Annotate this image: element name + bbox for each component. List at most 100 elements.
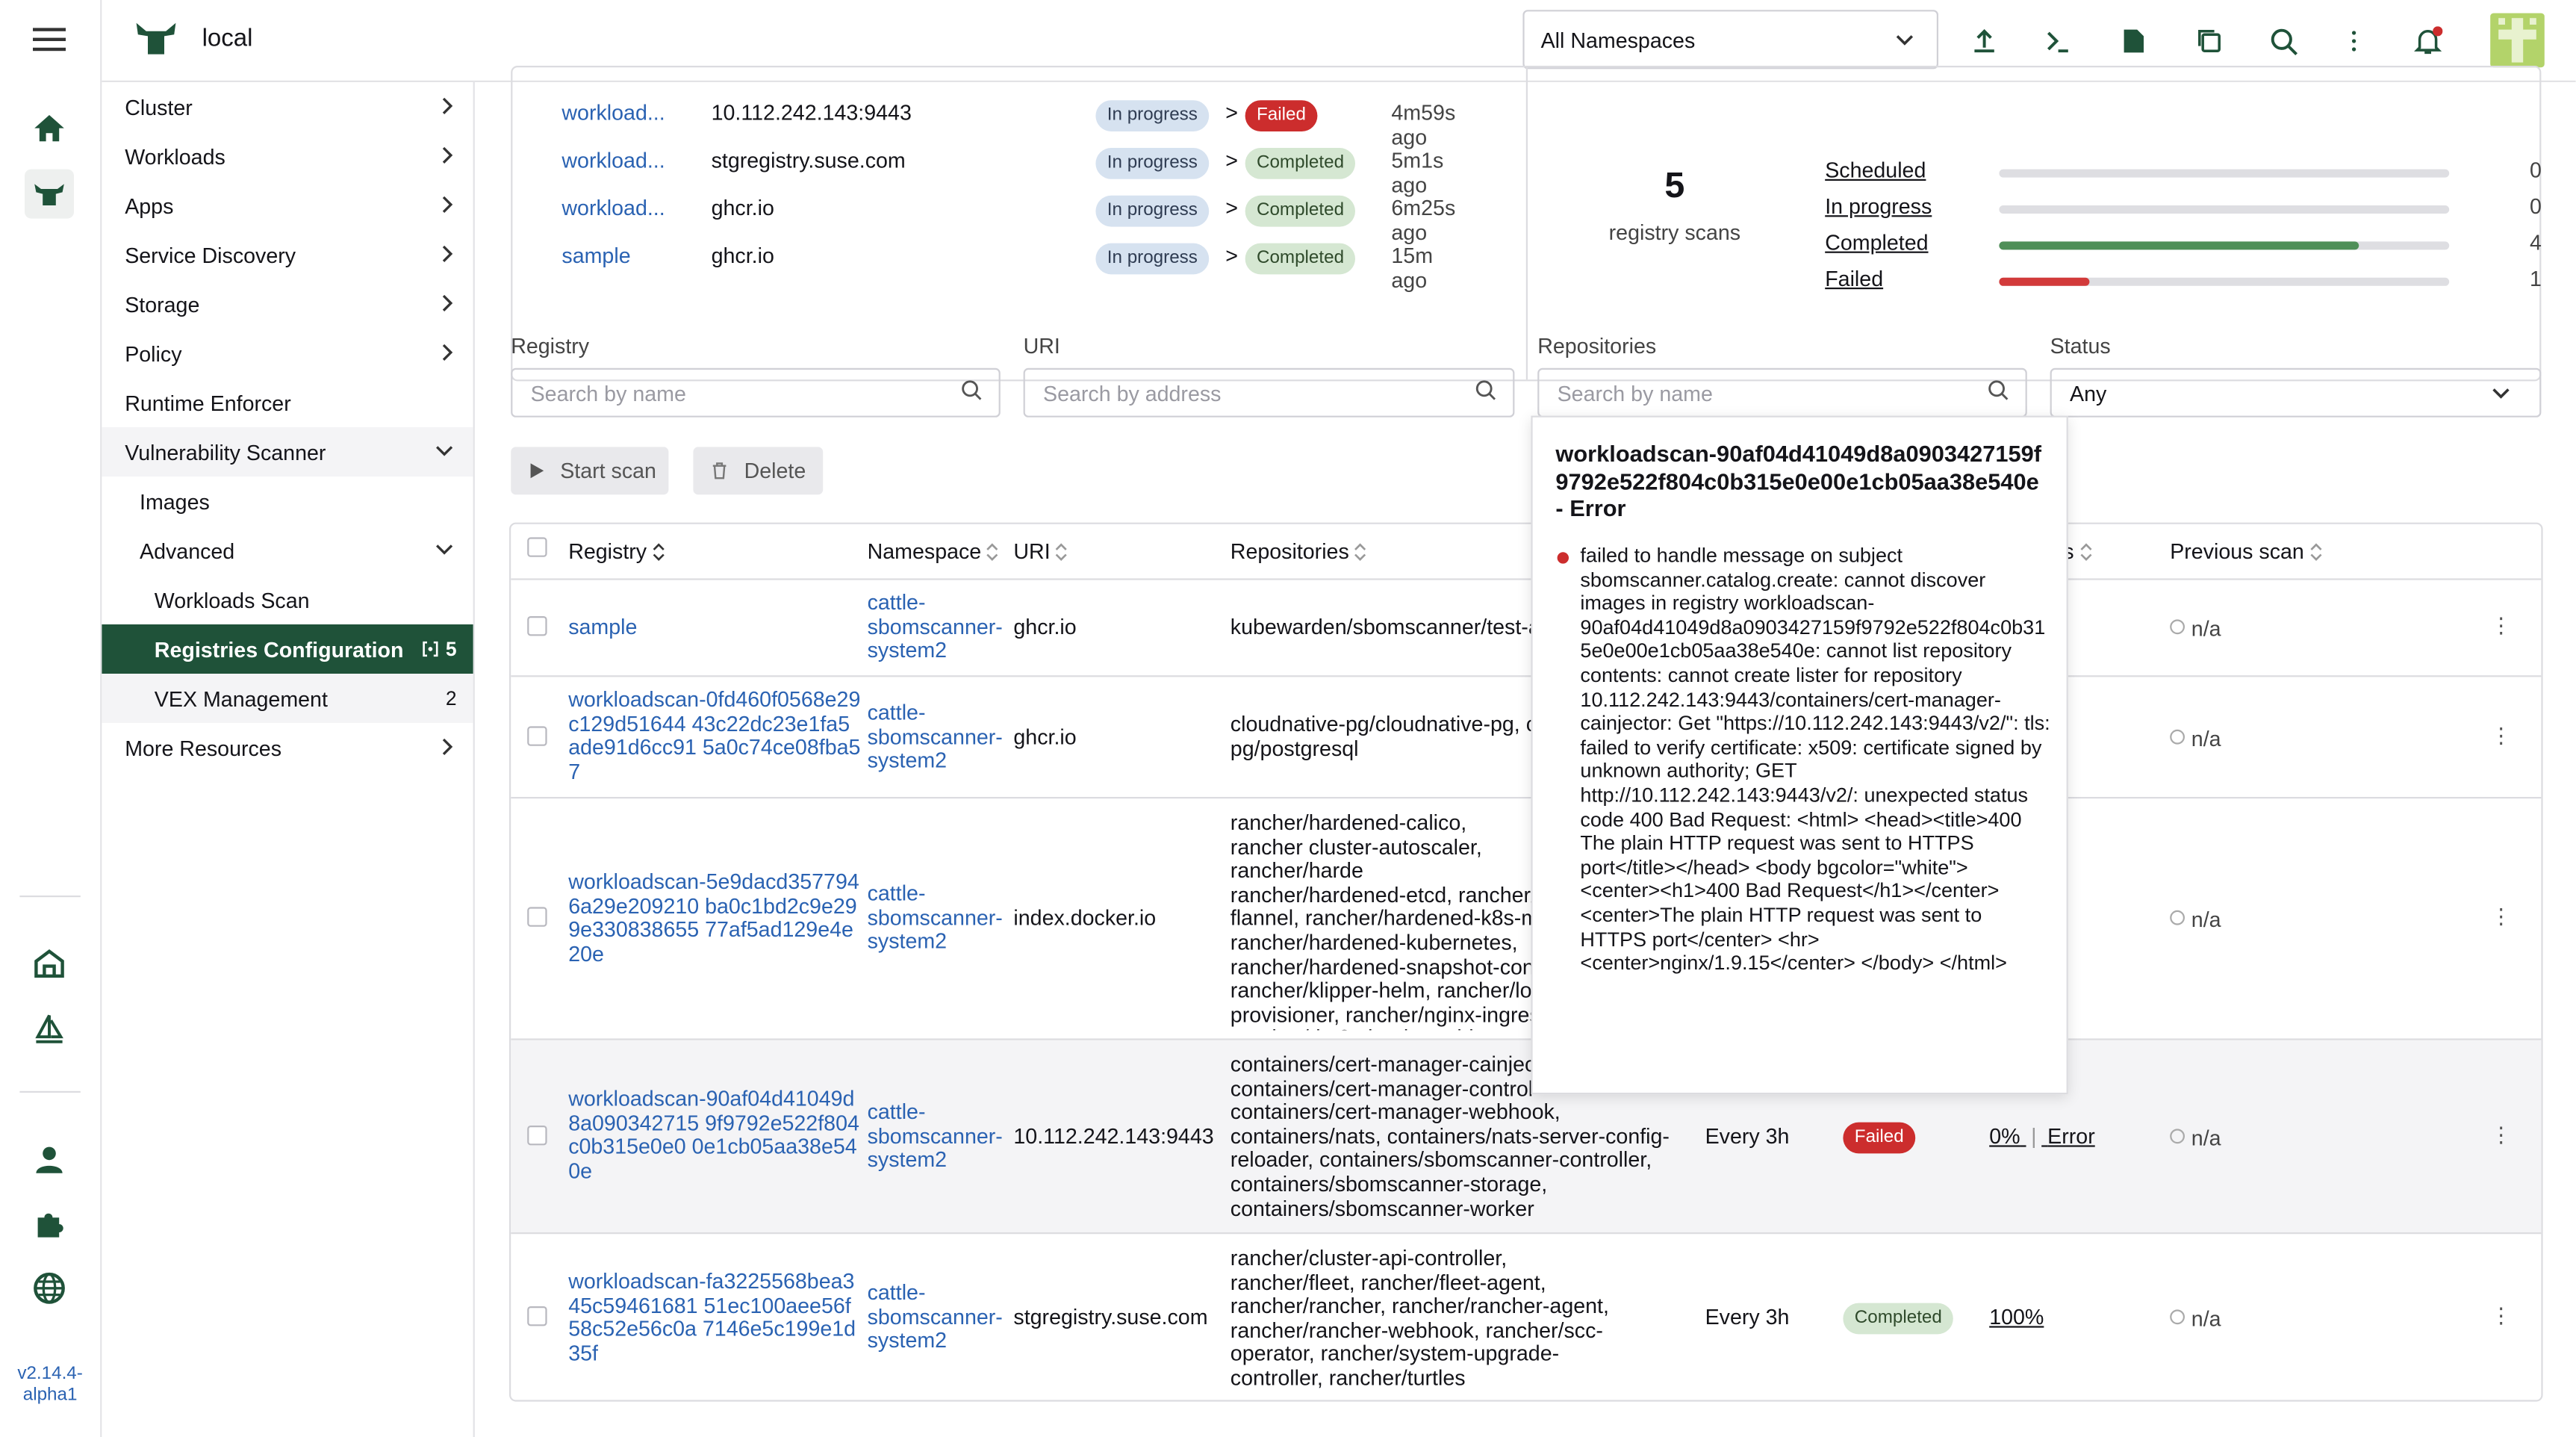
search-icon (962, 380, 982, 400)
import-yaml-icon[interactable] (1960, 16, 2009, 66)
delete-label: Delete (744, 458, 806, 483)
nav-count-value: 5 (445, 637, 457, 661)
registry-link[interactable]: workloadscan-0fd460f0568e29c129d51644 43… (568, 687, 861, 784)
row-checkbox[interactable] (527, 616, 547, 636)
nav-count: 5 (423, 637, 457, 661)
stat-completed-link[interactable]: Completed (1825, 230, 1928, 255)
nav-item-cluster[interactable]: Cluster (102, 82, 473, 131)
nav-label: Workloads Scan (154, 587, 310, 612)
kubectl-shell-icon[interactable] (2034, 16, 2083, 66)
stat-scheduled-link[interactable]: Scheduled (1825, 158, 1926, 182)
namespace-link[interactable]: cattle-sbomscanner-system2 (868, 1280, 1003, 1353)
nav-item-storage[interactable]: Storage (102, 279, 473, 329)
nav-item-workloads-scan[interactable]: Workloads Scan (102, 575, 473, 624)
sort-icon (1354, 543, 1366, 561)
recent-scan-name-link[interactable]: workload... (561, 196, 665, 221)
start-scan-button[interactable]: Start scan (511, 447, 669, 495)
nav-item-more-resources[interactable]: More Resources (102, 723, 473, 772)
column-header-registry[interactable]: Registry (568, 539, 665, 564)
sort-icon (1056, 543, 1068, 561)
namespace-link[interactable]: cattle-sbomscanner-system2 (868, 701, 1003, 773)
progress-link[interactable]: 0% (1989, 1124, 2020, 1149)
recent-scan-name-link[interactable]: workload... (561, 149, 665, 173)
stat-in-progress-link[interactable]: In progress (1825, 194, 1932, 219)
uri-value: ghcr.io (1013, 614, 1077, 639)
row-checkbox[interactable] (527, 1306, 547, 1326)
namespace-select-value: All Namespaces (1540, 28, 1696, 53)
nav-label: Apps (125, 193, 174, 218)
nav-item-registries-configuration[interactable]: Registries Configuration 5 (102, 624, 473, 674)
user-icon[interactable] (25, 1135, 74, 1185)
nav-item-vex-management[interactable]: VEX Management 2 (102, 674, 473, 723)
uri-search-input[interactable]: Search by address (1023, 367, 1515, 418)
version-label[interactable]: v2.14.4-alpha1 (0, 1364, 100, 1406)
row-actions-menu-icon[interactable]: ⋮ (2490, 904, 2512, 930)
row-actions-menu-icon[interactable]: ⋮ (2490, 723, 2512, 749)
sail-icon[interactable] (25, 1004, 74, 1053)
fleet-icon[interactable] (25, 938, 74, 987)
column-header-label: Repositories (1230, 539, 1349, 564)
registry-link[interactable]: sample (568, 615, 637, 640)
globe-icon[interactable] (25, 1264, 74, 1313)
column-header-label: Previous scan (2170, 539, 2304, 564)
search-icon[interactable] (2259, 16, 2308, 66)
nav-item-policy[interactable]: Policy (102, 329, 473, 378)
nav-label: Cluster (125, 94, 193, 120)
column-header-namespace[interactable]: Namespace (868, 539, 1000, 564)
column-header-uri[interactable]: URI (1013, 539, 1068, 564)
nav-item-workloads[interactable]: Workloads (102, 131, 473, 181)
registry-link[interactable]: workloadscan-5e9dacd3577946a29e209210 ba… (568, 869, 861, 966)
trash-icon (712, 462, 727, 479)
schedule-value: Every 3h (1705, 1123, 1790, 1149)
cluster-local-icon[interactable] (25, 169, 74, 219)
row-checkbox[interactable] (527, 907, 547, 927)
side-nav: Cluster Workloads Apps Service Discovery… (102, 82, 475, 1437)
namespace-link[interactable]: cattle-sbomscanner-system2 (868, 881, 1003, 954)
select-all-checkbox[interactable] (527, 537, 547, 557)
extensions-puzzle-icon[interactable] (25, 1199, 74, 1249)
error-link[interactable]: Error (2047, 1124, 2095, 1149)
more-options-icon[interactable] (2330, 16, 2379, 66)
nav-item-advanced[interactable]: Advanced (102, 526, 473, 575)
stat-bar-fill (1999, 241, 2359, 250)
delete-button[interactable]: Delete (693, 447, 824, 495)
row-checkbox[interactable] (527, 726, 547, 746)
registry-link[interactable]: workloadscan-90af04d41049d8a090342715 9f… (568, 1087, 861, 1183)
status-select[interactable]: Any (2050, 367, 2542, 418)
table-row: workloadscan-90af04d41049d8a090342715 9f… (511, 1038, 2542, 1232)
namespace-select[interactable]: All Namespaces (1522, 10, 1938, 69)
download-kubeconfig-icon[interactable] (2109, 16, 2159, 66)
nav-item-runtime-enforcer[interactable]: Runtime Enforcer (102, 378, 473, 427)
recent-scan-time: 5m1s ago (1391, 148, 1444, 197)
recent-scan-time: 4m59s ago (1391, 100, 1456, 149)
uri-value: ghcr.io (1013, 724, 1077, 750)
user-avatar[interactable] (2490, 13, 2545, 68)
status-badge-to: Completed (1245, 195, 1356, 227)
row-actions-menu-icon[interactable]: ⋮ (2490, 613, 2512, 639)
nav-item-service-discovery[interactable]: Service Discovery (102, 230, 473, 279)
repositories-search-input[interactable]: Search by name (1537, 367, 2027, 418)
registry-link[interactable]: workloadscan-fa3225568bea345c59461681 51… (568, 1269, 861, 1366)
notifications-bell-icon[interactable] (2404, 16, 2453, 66)
row-actions-menu-icon[interactable]: ⋮ (2490, 1123, 2512, 1149)
recent-scan-name-link[interactable]: workload... (561, 101, 665, 125)
hamburger-menu-icon[interactable] (25, 15, 74, 64)
copy-kubeconfig-icon[interactable] (2185, 16, 2234, 66)
row-actions-menu-icon[interactable]: ⋮ (2490, 1303, 2512, 1329)
row-checkbox[interactable] (527, 1126, 547, 1146)
nav-item-vulnerability-scanner[interactable]: Vulnerability Scanner (102, 427, 473, 477)
chevron-down-icon (436, 544, 453, 555)
namespace-link[interactable]: cattle-sbomscanner-system2 (868, 590, 1003, 663)
namespace-link[interactable]: cattle-sbomscanner-system2 (868, 1099, 1003, 1173)
nav-item-images[interactable]: Images (102, 477, 473, 526)
stat-failed-link[interactable]: Failed (1825, 266, 1883, 291)
registry-search-input[interactable]: Search by name (511, 367, 1001, 418)
column-header-previous-scan[interactable]: Previous scan (2170, 539, 2322, 564)
nav-item-apps[interactable]: Apps (102, 181, 473, 230)
recent-scan-name-link[interactable]: sample (561, 243, 630, 269)
stat-failed-value: 1 (2530, 266, 2542, 291)
home-icon[interactable] (25, 104, 74, 153)
column-header-repositories[interactable]: Repositories (1231, 539, 1367, 564)
play-icon (530, 463, 544, 479)
progress-link[interactable]: 100% (1989, 1306, 2044, 1330)
